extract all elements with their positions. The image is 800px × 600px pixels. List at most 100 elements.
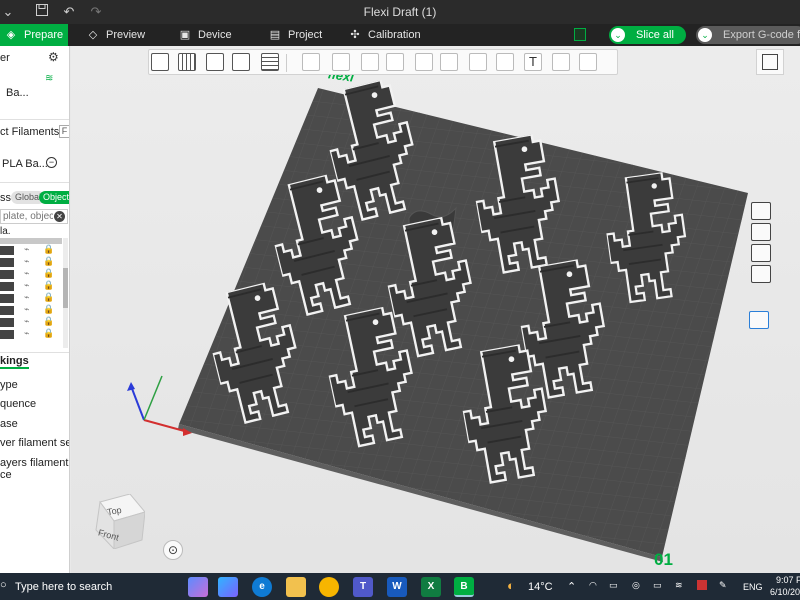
list-item[interactable]: ⌁ 🔒 (0, 244, 69, 256)
export-gcode-label: Export G-code fil (723, 29, 800, 41)
network-icon[interactable]: ◠ (589, 580, 597, 591)
list-item[interactable]: ⌁ 🔒 (0, 268, 69, 280)
variable-layer-icon[interactable] (579, 53, 597, 71)
measure-icon[interactable] (552, 53, 570, 71)
3d-viewport[interactable]: flexi 01 T Top Front ⊙ (71, 46, 800, 573)
settings-item-print-sequence[interactable]: quence (0, 398, 36, 410)
lock-icon[interactable]: 🔒 (43, 268, 54, 279)
boolean-icon[interactable] (440, 53, 458, 71)
wand-icon: ⌁ (24, 292, 30, 302)
list-view-icon[interactable] (261, 53, 279, 71)
clock-date[interactable]: 6/10/20 (770, 587, 800, 597)
settings-item-first-layer-filament-sequence[interactable]: ver filament seq (0, 437, 69, 449)
excel-icon[interactable]: X (421, 577, 441, 597)
list-item[interactable]: ⌁ 🔒 (0, 256, 69, 268)
lock-icon[interactable]: 🔒 (43, 292, 54, 303)
tab-project[interactable]: ▤ Project (264, 24, 334, 46)
object-search-field[interactable]: ✕ (0, 209, 68, 224)
plate-settings-header: kings (0, 355, 29, 369)
file-explorer-icon[interactable] (286, 577, 306, 597)
bambu-studio-icon[interactable]: B (454, 577, 474, 597)
copilot-app-icon[interactable] (188, 577, 208, 597)
clear-search-icon[interactable]: ✕ (54, 211, 65, 222)
tab-preview[interactable]: ◇ Preview (82, 24, 152, 46)
battery-icon[interactable]: ▭ (609, 580, 618, 591)
list-item[interactable]: ⌁ 🔒 (0, 316, 69, 328)
printer-name[interactable]: Ba... (6, 87, 29, 99)
main-tab-bar: ◈ Prepare ◇ Preview ▣ Device ▤ Project ✣ Cali… (0, 24, 800, 46)
wand-icon: ⌁ (24, 256, 30, 266)
cut-icon[interactable] (415, 53, 433, 71)
zoom-to-fit-button[interactable]: ⊙ (163, 540, 183, 560)
move-icon[interactable] (302, 53, 320, 71)
settings-item-spiral-vase[interactable]: ase (0, 418, 18, 430)
slice-all-button[interactable]: ⌄ Slice all (609, 26, 686, 44)
chevron-up-icon[interactable]: ⌃ (567, 580, 576, 593)
object-search-input[interactable] (3, 210, 53, 223)
view-cube[interactable]: Top Front (90, 493, 146, 551)
taskbar-search-input[interactable]: Type here to search (15, 581, 112, 593)
settings-gear-icon[interactable]: ⚙ (48, 50, 59, 64)
rotate-icon[interactable] (332, 53, 350, 71)
plate-settings-icon[interactable] (751, 244, 771, 262)
lock-icon[interactable]: 🔒 (43, 256, 54, 267)
list-item[interactable]: ⌁ 🔒 (0, 292, 69, 304)
plate-edit-icon[interactable] (751, 223, 771, 241)
text-emboss-icon[interactable]: T (524, 53, 542, 71)
delete-all-icon[interactable] (751, 202, 771, 220)
filaments-section-header: ct Filaments (0, 126, 60, 138)
teams-icon[interactable]: T (353, 577, 373, 597)
input-language[interactable]: ENG (743, 582, 763, 592)
plate-thumbnail-icon[interactable] (749, 311, 769, 329)
copilot-pro-app-icon[interactable] (218, 577, 238, 597)
process-tab-objects[interactable]: Objects (39, 191, 69, 204)
remove-filament-icon[interactable]: − (46, 157, 57, 168)
lock-icon[interactable]: 🔒 (43, 316, 54, 327)
lock-icon[interactable]: 🔒 (43, 244, 54, 255)
lock-plate-icon[interactable] (751, 265, 771, 283)
app-tray-icon[interactable] (697, 580, 707, 590)
list-item[interactable]: ⌁ 🔒 (0, 304, 69, 316)
pen-icon[interactable]: ✎ (719, 580, 727, 591)
export-gcode-button[interactable]: ⌄ Export G-code fil (696, 26, 800, 44)
auto-orient-icon[interactable] (206, 53, 224, 71)
left-sidebar: er ⚙ ≋ Ba... ct Filaments F PLA Ba... − … (0, 46, 70, 573)
tab-calibration[interactable]: ✣ Calibration (344, 24, 434, 46)
weather-temperature[interactable]: 14°C (528, 581, 553, 593)
object-toolbar: T (148, 49, 618, 75)
filament-name[interactable]: PLA Ba... (2, 158, 48, 170)
lock-icon[interactable]: 🔒 (43, 280, 54, 291)
tab-device[interactable]: ▣ Device (174, 24, 244, 46)
toolbar-overflow-button[interactable] (756, 49, 784, 75)
scale-icon[interactable] (361, 53, 379, 71)
filament-badge[interactable]: F (59, 125, 69, 138)
search-icon[interactable]: ○ (0, 579, 7, 591)
arrange-icon[interactable] (232, 53, 250, 71)
word-icon[interactable]: W (387, 577, 407, 597)
display-icon[interactable]: ▭ (653, 580, 662, 591)
add-plate-icon[interactable] (178, 53, 196, 71)
clock-time[interactable]: 9:07 P (776, 575, 800, 585)
list-item[interactable]: ⌁ 🔒 (0, 328, 69, 340)
plate-view-icon[interactable] (574, 28, 586, 41)
tab-prepare[interactable]: ◈ Prepare (0, 24, 68, 46)
slice-all-label: Slice all (636, 29, 674, 41)
chrome-icon[interactable] (319, 577, 339, 597)
wand-icon: ⌁ (24, 328, 30, 338)
lock-icon[interactable]: 🔒 (43, 328, 54, 339)
wifi-icon: ≋ (45, 73, 54, 84)
wand-icon: ⌁ (24, 304, 30, 314)
printer-section-header: er (0, 52, 10, 64)
lay-on-face-icon[interactable] (386, 53, 404, 71)
settings-item-other-layers-filament[interactable]: ayers filament (0, 457, 68, 469)
wifi-icon[interactable]: ≋ (675, 580, 683, 591)
lock-icon[interactable]: 🔒 (43, 304, 54, 315)
support-paint-icon[interactable] (469, 53, 487, 71)
camera-icon[interactable]: ◎ (632, 580, 640, 591)
list-item[interactable]: ⌁ 🔒 (0, 280, 69, 292)
edge-browser-icon[interactable]: e (252, 577, 272, 597)
add-object-icon[interactable] (151, 53, 169, 71)
settings-item-plate-type[interactable]: ype (0, 379, 18, 391)
seam-paint-icon[interactable] (496, 53, 514, 71)
tab-label: Device (198, 29, 232, 41)
